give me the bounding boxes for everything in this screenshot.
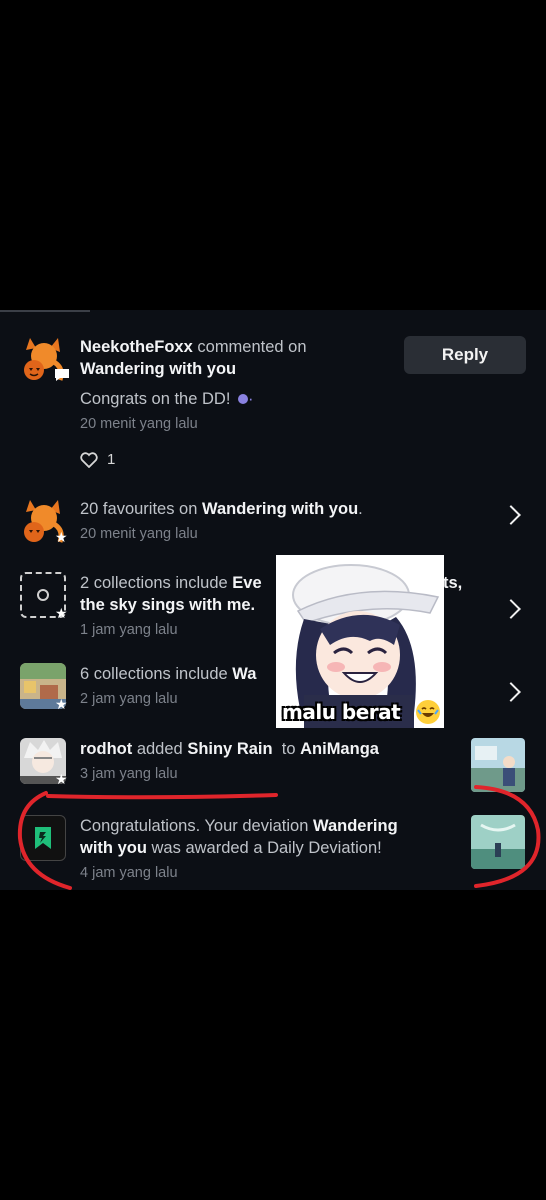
notifications-panel: NeekotheFoxx commented on Wandering with…: [0, 310, 546, 890]
reply-button[interactable]: Reply: [404, 336, 526, 374]
comment-target[interactable]: Wandering with you: [80, 360, 236, 378]
dd-text: Congratulations. Your deviation: [80, 817, 309, 835]
dd-text-2: was awarded a Daily Deviation!: [151, 839, 382, 857]
tab-indicator: [0, 310, 90, 312]
collection-title-line2[interactable]: the sky sings with me.: [80, 596, 255, 614]
laughing-emoji-icon: [416, 700, 440, 724]
collections-time: 1 jam yang lalu: [80, 622, 178, 638]
meme-sticker: malu berat: [276, 555, 444, 728]
collections-count: 2 collections include: [80, 574, 228, 592]
collection-title-part[interactable]: Wa: [232, 665, 256, 683]
comment-text: Congrats on the DD!: [80, 390, 231, 408]
added-time: 3 jam yang lalu: [80, 766, 178, 782]
deviation-thumbnail[interactable]: [471, 815, 525, 869]
like-count: 1: [107, 451, 116, 468]
favourites-count: 20 favourites on: [80, 500, 198, 518]
dd-title[interactable]: Wandering: [313, 817, 398, 835]
added-collection[interactable]: AniManga: [300, 740, 379, 758]
star-badge-icon: ★: [55, 771, 68, 787]
heart-icon: [80, 451, 98, 468]
collection-title-part[interactable]: ts,: [443, 574, 462, 592]
star-badge-icon: ★: [55, 529, 68, 545]
deviantart-badge-icon: [35, 827, 51, 849]
deviation-thumbnail[interactable]: [471, 738, 525, 792]
collection-title-part[interactable]: Eve: [232, 574, 261, 592]
to-text: to: [281, 740, 296, 758]
collections-time: 2 jam yang lalu: [80, 691, 178, 707]
dd-title-line2[interactable]: with you: [80, 839, 147, 857]
like-button[interactable]: 1: [80, 451, 115, 468]
favourites-time: 20 menit yang lalu: [80, 526, 198, 542]
star-badge-icon: ★: [55, 605, 68, 621]
comment-action: commented on: [197, 338, 307, 356]
planet-emoji-icon: [238, 394, 249, 404]
dd-time: 4 jam yang lalu: [80, 865, 178, 881]
favourites-target[interactable]: Wandering with you: [202, 500, 358, 518]
collections-count: 6 collections include: [80, 665, 228, 683]
comment-user[interactable]: NeekotheFoxx: [80, 338, 193, 356]
added-user[interactable]: rodhot: [80, 740, 132, 758]
chevron-right-icon[interactable]: [501, 682, 521, 702]
comment-badge-icon: [55, 369, 69, 381]
daily-deviation-badge: [20, 815, 66, 861]
chevron-right-icon[interactable]: [501, 599, 521, 619]
comment-time: 20 menit yang lalu: [80, 416, 198, 432]
added-action: added: [136, 740, 183, 758]
meme-caption: malu berat: [282, 700, 401, 724]
added-title[interactable]: Shiny Rain: [187, 740, 272, 758]
chevron-right-icon[interactable]: [501, 505, 521, 525]
star-badge-icon: ★: [55, 696, 68, 712]
period-text: .: [358, 500, 363, 518]
